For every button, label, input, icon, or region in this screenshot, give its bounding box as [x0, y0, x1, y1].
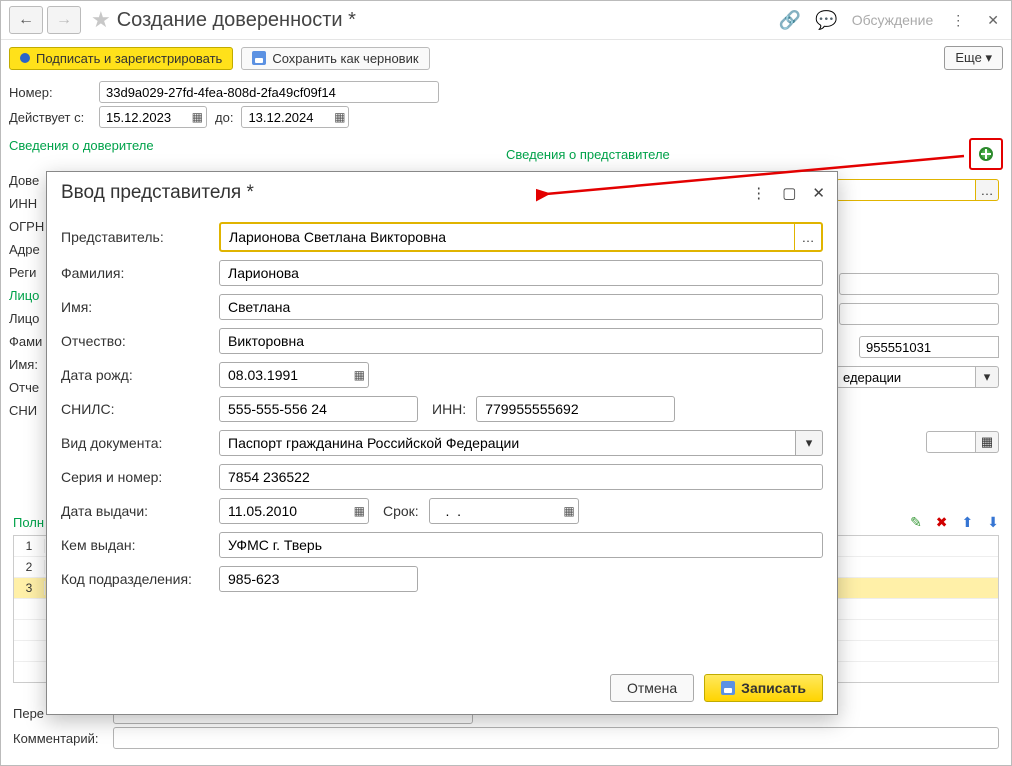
peek-field-2[interactable]	[839, 303, 999, 325]
dob-input[interactable]	[219, 362, 369, 388]
valid-to-label: до:	[215, 110, 233, 125]
discuss-label[interactable]: Обсуждение	[852, 12, 934, 28]
issuer-input[interactable]	[219, 532, 823, 558]
modal-maximize-icon[interactable]: ▢	[782, 184, 796, 202]
peek-date-input[interactable]	[926, 431, 976, 453]
chat-icon[interactable]: 💬	[815, 10, 837, 31]
snils-label: СНИЛС:	[61, 401, 219, 417]
more-button[interactable]: Еще ▾	[944, 46, 1003, 70]
peek-country-input[interactable]	[836, 366, 976, 388]
representative-modal: Ввод представителя * ⋮ ▢ ✕ Представитель…	[46, 171, 838, 715]
cancel-button[interactable]: Отмена	[610, 674, 694, 702]
rep-input[interactable]	[221, 224, 794, 250]
peek-country-dropdown[interactable]: ▾	[976, 366, 999, 388]
modal-close-icon[interactable]: ✕	[812, 184, 825, 202]
menu-dots-icon[interactable]: ⋮	[947, 10, 969, 31]
series-input[interactable]	[219, 464, 823, 490]
rep-lookup-button[interactable]: …	[794, 224, 821, 250]
peek-rep-lookup-button[interactable]: …	[976, 179, 999, 201]
snils-input[interactable]	[219, 396, 418, 422]
series-label: Серия и номер:	[61, 469, 219, 485]
delete-icon[interactable]: ✖	[936, 514, 948, 531]
sign-register-button[interactable]: Подписать и зарегистрировать	[9, 47, 233, 70]
term-label: Срок:	[383, 503, 419, 519]
draft-label: Сохранить как черновик	[272, 51, 418, 66]
peek-phone-input[interactable]	[859, 336, 999, 358]
move-up-icon[interactable]: ⬆	[962, 514, 974, 531]
add-representative-button[interactable]	[969, 138, 1003, 170]
section-representative-title: Сведения о представителе	[506, 147, 670, 162]
peek-date-calendar-icon[interactable]: ▦	[976, 431, 999, 453]
nav-back-button[interactable]: ←	[9, 6, 43, 34]
link-icon[interactable]: 🔗	[779, 10, 801, 31]
number-label: Номер:	[9, 85, 99, 100]
valid-to-input[interactable]	[241, 106, 349, 128]
page-title: Создание доверенности *	[117, 9, 779, 32]
valid-from-input[interactable]	[99, 106, 207, 128]
rep-label: Представитель:	[61, 229, 219, 245]
issuer-label: Кем выдан:	[61, 537, 219, 553]
fam-label: Фамилия:	[61, 265, 219, 281]
nav-forward-button[interactable]: →	[47, 6, 81, 34]
doc-dropdown-icon[interactable]: ▾	[796, 430, 823, 456]
issued-input[interactable]	[219, 498, 369, 524]
sign-label: Подписать и зарегистрировать	[36, 51, 222, 66]
disk-icon	[721, 681, 735, 695]
peek-rep-input[interactable]	[836, 179, 976, 201]
comment-input[interactable]	[113, 727, 999, 749]
issued-label: Дата выдачи:	[61, 503, 219, 519]
number-input[interactable]	[99, 81, 439, 103]
code-label: Код подразделения:	[61, 571, 219, 587]
close-window-icon[interactable]: ✕	[983, 10, 1003, 31]
valid-from-label: Действует с:	[9, 110, 99, 125]
fam-input[interactable]	[219, 260, 823, 286]
section-grantor-title: Сведения о доверителе	[9, 138, 506, 170]
powers-label: Полн	[13, 515, 44, 530]
doc-label: Вид документа:	[61, 435, 219, 451]
inn-input[interactable]	[476, 396, 675, 422]
doc-select[interactable]	[219, 430, 796, 456]
name-input[interactable]	[219, 294, 823, 320]
modal-title: Ввод представителя *	[61, 182, 735, 204]
favorite-star-icon[interactable]: ★	[91, 7, 111, 33]
move-down-icon[interactable]: ⬇	[987, 514, 999, 531]
disk-icon	[252, 51, 266, 65]
save-draft-button[interactable]: Сохранить как черновик	[241, 47, 429, 70]
modal-menu-icon[interactable]: ⋮	[751, 184, 766, 202]
dob-label: Дата рожд:	[61, 367, 219, 383]
save-button[interactable]: Записать	[704, 674, 823, 702]
otch-input[interactable]	[219, 328, 823, 354]
plus-icon	[979, 147, 993, 161]
inn-label: ИНН:	[432, 401, 466, 417]
bullet-icon	[20, 53, 30, 63]
comment-label: Комментарий:	[13, 731, 103, 746]
edit-icon[interactable]: ✎	[910, 514, 922, 531]
name-label: Имя:	[61, 299, 219, 315]
otch-label: Отчество:	[61, 333, 219, 349]
code-input[interactable]	[219, 566, 418, 592]
peek-field-1[interactable]	[839, 273, 999, 295]
term-input[interactable]	[429, 498, 579, 524]
